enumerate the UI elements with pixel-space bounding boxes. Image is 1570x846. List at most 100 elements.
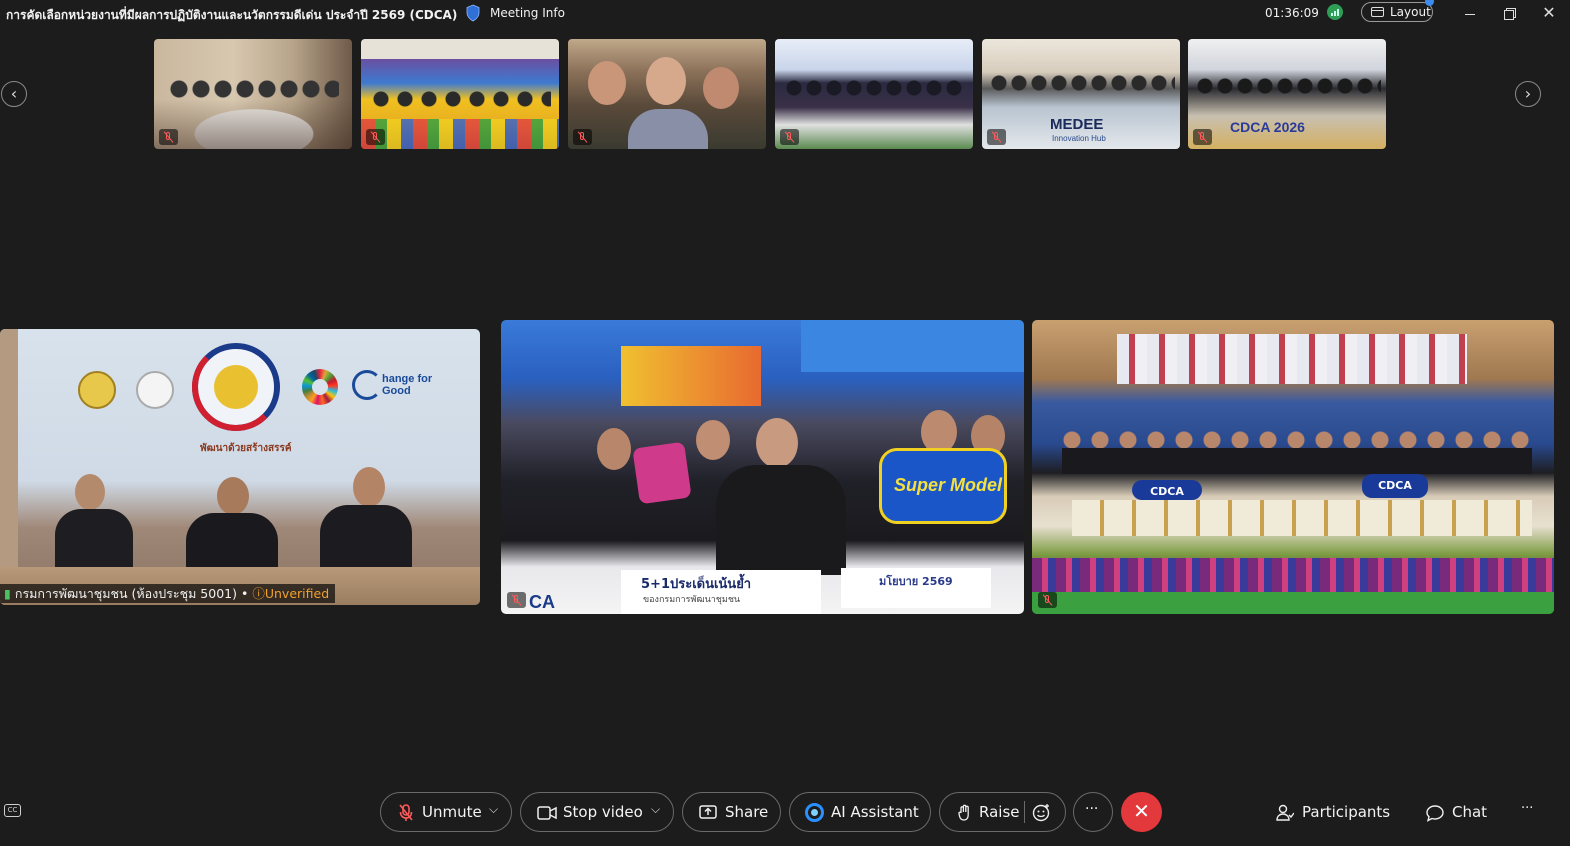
ai-assistant-button[interactable]: AI Assistant	[789, 792, 931, 832]
cdca-sign-left: CDCA	[1132, 480, 1202, 500]
more-options-button[interactable]: ···	[1073, 792, 1113, 832]
sdg-wheel-icon	[302, 369, 338, 405]
overflow-menu-label: ···	[1521, 801, 1534, 816]
person-body	[716, 465, 846, 575]
table-skirt	[1032, 558, 1554, 592]
muted-mic-icon	[507, 592, 526, 608]
person-body	[55, 509, 133, 569]
mascot-graphic	[621, 346, 761, 406]
unmute-button[interactable]: Unmute ⌵	[380, 792, 512, 832]
meeting-info-link[interactable]: Meeting Info	[490, 6, 565, 20]
participants-label: Participants	[1302, 803, 1391, 821]
muted-mic-icon	[159, 129, 178, 145]
video-thumbnail[interactable]	[775, 39, 973, 149]
layout-label: Layout	[1390, 5, 1431, 19]
decorations	[361, 119, 559, 149]
video-tile[interactable]: Super Model 5+1ประเด็นเน้นย้ำ ของกรมการพ…	[501, 320, 1024, 614]
person-face	[217, 477, 249, 515]
muted-mic-icon	[366, 129, 385, 145]
reactions-icon[interactable]	[1032, 803, 1051, 822]
participants-button[interactable]: Participants	[1276, 800, 1391, 826]
people-row	[1196, 77, 1381, 99]
person-face	[696, 420, 730, 460]
chat-button[interactable]: Chat	[1426, 800, 1490, 826]
unverified-label: Unverified	[264, 586, 330, 601]
video-tile[interactable]: CDCA CDCA	[1032, 320, 1554, 614]
meeting-timer: 01:36:09	[1265, 6, 1319, 20]
unverified-icon: ⓘ	[252, 586, 265, 601]
emblem-icon	[136, 371, 174, 409]
muted-mic-icon	[1193, 129, 1212, 145]
overflow-menu-button[interactable]: ···	[1521, 800, 1541, 826]
restore-icon[interactable]	[1498, 2, 1522, 24]
emblem-icon	[78, 371, 116, 409]
video-thumbnail[interactable]	[568, 39, 766, 149]
layout-notification-dot	[1425, 0, 1434, 6]
layout-button[interactable]: Layout	[1361, 2, 1433, 22]
raise-hand-group: Raise	[939, 792, 1066, 832]
raise-label: Raise	[979, 803, 1020, 821]
grass-floor	[1032, 592, 1554, 614]
closed-captions-button[interactable]: CC	[4, 804, 21, 817]
cdca-logo-text: CA	[529, 592, 555, 612]
raise-hand-button[interactable]: Raise	[940, 793, 1025, 831]
filmstrip-prev-button[interactable]: ‹	[1, 81, 27, 107]
unmute-label: Unmute	[422, 803, 482, 821]
person-face	[75, 474, 105, 510]
cdca-sign-left-text: CDCA	[1150, 485, 1184, 498]
banner-panel: 5+1ประเด็นเน้นย้ำ ของกรมการพัฒนาชุมชน	[621, 570, 821, 614]
policy-panel: มโยบาย 2569	[841, 568, 991, 608]
video-thumbnail[interactable]	[361, 39, 559, 149]
ai-assistant-label: AI Assistant	[831, 803, 919, 821]
people-row	[785, 79, 965, 103]
stop-video-button[interactable]: Stop video ⌵	[520, 792, 674, 832]
chat-bubble-icon	[1426, 805, 1444, 822]
muted-mic-icon	[573, 129, 592, 145]
person-body	[628, 109, 708, 149]
cdca-sign-right-text: CDCA	[1378, 479, 1412, 492]
video-thumbnail[interactable]: CDCA 2026	[1188, 39, 1386, 149]
super-model-text: Super Model	[894, 475, 1003, 495]
people-row	[169, 79, 339, 114]
filmstrip-next-button[interactable]: ›	[1515, 81, 1541, 107]
wall-panel	[0, 329, 18, 605]
person-face	[646, 57, 686, 105]
participant-name-tag: ▮ กรมการพัฒนาชุมชน (ห้องประชุม 5001) • ⓘ…	[0, 584, 336, 603]
network-signal-icon[interactable]	[1327, 4, 1343, 20]
video-thumbnail[interactable]: MEDEE Innovation Hub	[982, 39, 1180, 149]
video-tile[interactable]: hange for Good พัฒนาด้วยสร้างสรรค์ ▮ กรม…	[0, 329, 480, 605]
title-bar: การคัดเลือกหน่วยงานที่มีผลการปฏิบัติงานแ…	[0, 0, 1570, 28]
department-logo-icon	[192, 343, 280, 431]
participants-icon	[1276, 804, 1294, 821]
leave-meeting-button[interactable]: ✕	[1121, 792, 1162, 832]
people-row	[371, 89, 551, 117]
thumbnail-caption: CDCA 2026	[1230, 119, 1305, 135]
change-logo-icon	[352, 370, 382, 400]
super-model-sign: Super Model	[879, 448, 1007, 524]
shield-icon[interactable]	[465, 4, 481, 22]
share-label: Share	[725, 803, 769, 821]
banner-background	[801, 320, 1024, 372]
backdrop-slogan: hange for Good	[382, 373, 433, 397]
minimize-icon[interactable]	[1458, 2, 1482, 24]
close-icon: ✕	[1133, 799, 1150, 823]
policy-date: มโยบาย 2569	[879, 575, 953, 588]
muted-microphone-icon	[399, 804, 413, 821]
more-options-label: ···	[1085, 801, 1099, 817]
raise-hand-icon	[958, 804, 969, 821]
video-camera-icon	[537, 806, 557, 820]
share-screen-icon	[699, 805, 717, 819]
share-button[interactable]: Share	[682, 792, 781, 832]
muted-mic-icon	[780, 129, 799, 145]
backdrop-caption: พัฒนาด้วยสร้างสรรค์	[200, 443, 292, 454]
video-thumbnail[interactable]	[154, 39, 352, 149]
person-body	[320, 505, 412, 569]
people-bodies	[1062, 448, 1532, 474]
divider	[1024, 801, 1025, 823]
thumbnail-subcaption: Innovation Hub	[1052, 134, 1106, 143]
chevron-down-icon[interactable]: ⌵	[489, 802, 498, 817]
stop-video-label: Stop video	[563, 803, 643, 821]
chevron-down-icon[interactable]: ⌵	[651, 802, 660, 817]
close-window-icon[interactable]: ✕	[1537, 2, 1561, 24]
people-row	[990, 74, 1175, 96]
